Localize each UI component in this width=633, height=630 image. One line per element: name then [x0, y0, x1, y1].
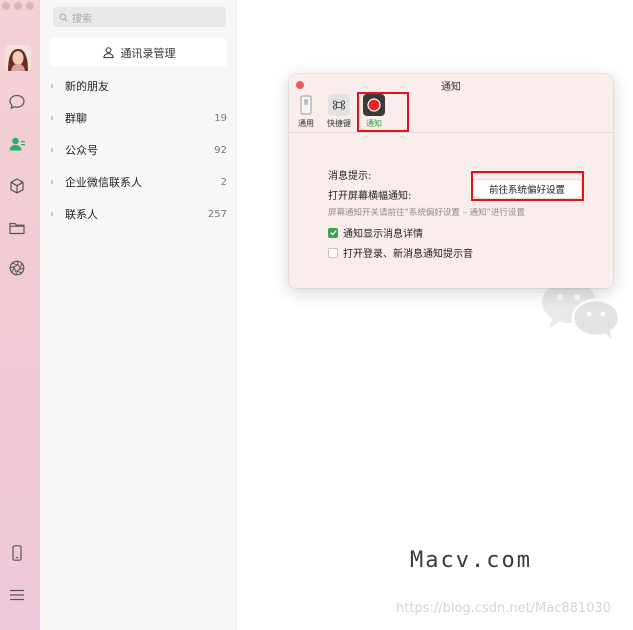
main-area: 通知 通用 快捷键 通知 消息提示: 打开屏幕横幅通知: 前往系统偏好设置 屏幕… — [237, 0, 633, 630]
notification-settings-window: 通知 通用 快捷键 通知 消息提示: 打开屏幕横幅通知: 前往系统偏好设置 屏幕… — [289, 74, 613, 288]
highlight-box-notify-tab — [357, 92, 409, 132]
phone-icon[interactable] — [7, 543, 27, 563]
tab-general[interactable]: 通用 — [289, 94, 324, 129]
search-input[interactable]: 搜索 — [53, 7, 226, 27]
general-switch-icon — [295, 94, 317, 116]
contacts-icon[interactable] — [7, 134, 27, 154]
zoom-window-button[interactable] — [26, 2, 34, 10]
app-sidebar — [0, 0, 40, 630]
notification-hint-text: 屏幕通知开关请前往“系统偏好设置 – 通知”进行设置 — [328, 208, 525, 218]
contact-group-contacts[interactable]: › 联系人 257 — [50, 203, 227, 225]
minimize-window-button[interactable] — [14, 2, 22, 10]
mini-program-cube-icon[interactable] — [7, 176, 27, 196]
contact-group-group-chats[interactable]: › 群聊 19 — [50, 107, 227, 129]
notification-sound-checkbox[interactable]: 打开登录、新消息通知提示音 — [328, 245, 473, 260]
tab-shortcuts[interactable]: 快捷键 — [321, 94, 357, 129]
brand-watermark: Macv.com — [410, 548, 532, 573]
person-icon — [102, 47, 114, 59]
dialog-title: 通知 — [441, 82, 461, 93]
banner-notification-label: 打开屏幕横幅通知: — [328, 191, 412, 202]
contacts-panel: 搜索 通讯录管理 › 新的朋友 › 群聊 19 › 公众号 92 › 企业微信联… — [40, 0, 237, 630]
window-controls — [2, 2, 34, 10]
chevron-right-icon: › — [50, 144, 54, 156]
avatar[interactable] — [5, 45, 31, 71]
chevron-right-icon: › — [50, 112, 54, 124]
empty-checkbox-icon — [328, 247, 338, 258]
show-message-details-checkbox[interactable]: 通知显示消息详情 — [328, 225, 423, 240]
contacts-manage-button[interactable]: 通讯录管理 — [50, 38, 227, 67]
moments-aperture-icon[interactable] — [7, 258, 27, 278]
url-watermark: https://blog.csdn.net/Mac881030 — [396, 601, 612, 616]
chevron-right-icon: › — [50, 208, 54, 220]
folder-icon[interactable] — [7, 218, 27, 238]
contact-group-official-accounts[interactable]: › 公众号 92 — [50, 139, 227, 161]
toolbar-divider — [289, 132, 613, 133]
search-icon — [59, 13, 68, 21]
command-key-icon — [328, 94, 350, 116]
menu-icon[interactable] — [7, 585, 27, 605]
message-alert-label: 消息提示: — [328, 171, 372, 182]
highlight-box-pref-button — [471, 171, 584, 201]
search-placeholder: 搜索 — [72, 13, 92, 25]
contacts-manage-label: 通讯录管理 — [120, 46, 176, 60]
checkmark-icon — [328, 227, 338, 238]
chevron-right-icon: › — [50, 80, 54, 92]
chevron-right-icon: › — [50, 176, 54, 188]
close-window-button[interactable] — [2, 2, 10, 10]
contact-group-new-friends[interactable]: › 新的朋友 — [50, 75, 227, 97]
chat-icon[interactable] — [7, 92, 27, 112]
contact-group-wecom-contacts[interactable]: › 企业微信联系人 2 — [50, 171, 227, 193]
